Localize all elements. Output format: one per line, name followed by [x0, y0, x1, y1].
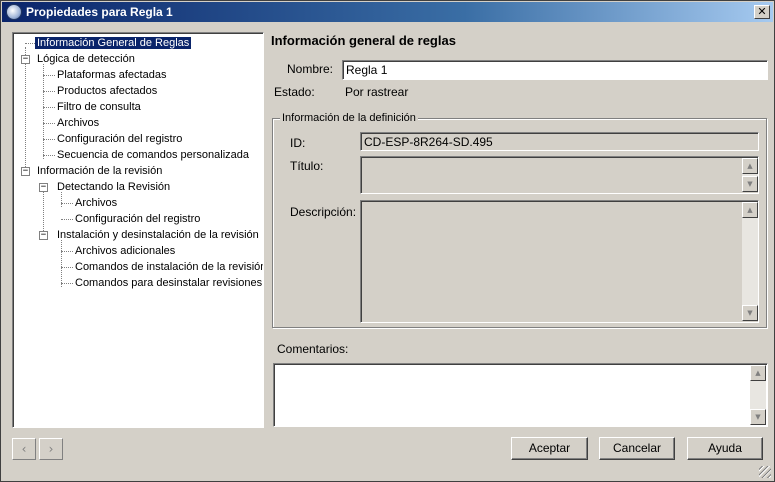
tree-item-detecting-patch[interactable]: Detectando la Revisión — [55, 180, 172, 195]
cancel-button[interactable]: Cancelar — [599, 437, 675, 460]
description-label: Descripción: — [290, 205, 357, 219]
tree-line — [43, 91, 55, 92]
tree-item-general-info[interactable]: Información General de Reglas — [35, 36, 192, 51]
tree-item-affected-products[interactable]: Productos afectados — [55, 84, 159, 99]
name-label: Nombre: — [287, 62, 334, 76]
description-scrollbar[interactable]: ▲ ▼ — [742, 202, 758, 321]
collapse-icon[interactable]: − — [21, 55, 30, 64]
tree-item-label: Comandos para desinstalar revisiones — [75, 277, 263, 289]
title-bar[interactable]: Propiedades para Regla 1 ✕ — [2, 2, 773, 22]
tree-item-query-filter[interactable]: Filtro de consulta — [55, 100, 143, 115]
tree-line — [43, 75, 55, 76]
tree-item-label: Archivos — [57, 117, 100, 129]
id-field[interactable]: CD-ESP-8R264-SD.495 — [360, 132, 759, 151]
tree-line — [61, 240, 62, 287]
tree-item-custom-script[interactable]: Secuencia de comandos personalizada — [55, 148, 251, 163]
comments-textarea[interactable] — [273, 363, 768, 427]
scroll-down-icon[interactable]: ▼ — [750, 409, 766, 425]
tree-item-affected-platforms[interactable]: Plataformas afectadas — [55, 68, 168, 83]
tree-line — [43, 139, 55, 140]
collapse-icon[interactable]: − — [39, 183, 48, 192]
tree-line — [61, 203, 73, 204]
tree-item-label: Productos afectados — [57, 85, 158, 97]
tree-item-label: Instalación y desinstalación de la revis… — [57, 229, 259, 241]
forward-icon: › — [48, 442, 54, 456]
tree-item-registry-config[interactable]: Configuración del registro — [55, 132, 184, 147]
tree-item-label: Archivos adicionales — [75, 245, 176, 257]
tree-line — [43, 123, 55, 124]
state-value: Por rastrear — [345, 85, 409, 99]
scroll-up-icon[interactable]: ▲ — [742, 158, 758, 174]
back-icon: ‹ — [21, 442, 27, 456]
tree-item-uninstall-commands[interactable]: Comandos para desinstalar revisiones — [73, 276, 263, 291]
description-field[interactable] — [360, 200, 759, 323]
properties-dialog: Propiedades para Regla 1 ✕ − − − − Infor… — [0, 0, 775, 482]
tree-item-label: Filtro de consulta — [57, 101, 141, 113]
tree-item-label: Secuencia de comandos personalizada — [57, 149, 250, 161]
tree-line — [25, 43, 35, 44]
tree-item-install-commands[interactable]: Comandos de instalación de la revisión — [73, 260, 264, 275]
close-icon: ✕ — [757, 5, 767, 18]
title-scrollbar[interactable]: ▲ ▼ — [742, 158, 758, 192]
back-button[interactable]: ‹ — [12, 438, 36, 460]
scroll-down-icon[interactable]: ▼ — [742, 176, 758, 192]
close-button[interactable]: ✕ — [754, 5, 770, 19]
help-button[interactable]: Ayuda — [687, 437, 763, 460]
title-field[interactable] — [360, 156, 759, 194]
scroll-up-icon[interactable]: ▲ — [750, 365, 766, 381]
definition-legend: Información de la definición — [280, 112, 418, 124]
section-title: Información general de reglas — [271, 33, 456, 48]
tree-item-label: Configuración del registro — [57, 133, 183, 145]
comments-label: Comentarios: — [277, 342, 349, 356]
tree-line — [43, 155, 55, 156]
tree-line — [61, 251, 73, 252]
app-icon — [6, 4, 22, 20]
tree-item-patch-files[interactable]: Archivos — [73, 196, 119, 211]
title-label: Título: — [290, 159, 324, 173]
tree-item-label: Lógica de detección — [37, 53, 135, 65]
id-label: ID: — [290, 136, 306, 150]
tree-item-label: Archivos — [75, 197, 118, 209]
tree-item-install-uninstall[interactable]: Instalación y desinstalación de la revis… — [55, 228, 261, 243]
tree-item-label: Información General de Reglas — [35, 37, 192, 49]
tree-item-detection-logic[interactable]: Lógica de detección — [35, 52, 137, 67]
tree-item-additional-files[interactable]: Archivos adicionales — [73, 244, 177, 259]
tree-line — [61, 219, 73, 220]
tree-item-label: Configuración del registro — [75, 213, 201, 225]
tree-line — [61, 283, 73, 284]
accept-button[interactable]: Aceptar — [511, 437, 588, 460]
tree-line — [43, 107, 55, 108]
navigation-tree[interactable]: − − − − Información General de Reglas Ló… — [12, 32, 264, 428]
comments-scrollbar[interactable]: ▲ ▼ — [750, 365, 766, 425]
tree-line — [25, 47, 26, 175]
window-title: Propiedades para Regla 1 — [26, 5, 173, 19]
name-input[interactable]: Regla 1 — [342, 60, 768, 80]
forward-button[interactable]: › — [39, 438, 63, 460]
tree-item-patch-registry-config[interactable]: Configuración del registro — [73, 212, 202, 227]
tree-item-label: Comandos de instalación de la revisión — [75, 261, 264, 273]
scroll-down-icon[interactable]: ▼ — [742, 305, 758, 321]
tree-line — [43, 64, 44, 159]
state-label: Estado: — [274, 85, 315, 99]
tree-item-label: Plataformas afectadas — [57, 69, 167, 81]
tree-item-label: Información de la revisión — [37, 165, 163, 177]
resize-grip-icon[interactable] — [759, 466, 771, 478]
tree-item-patch-info[interactable]: Información de la revisión — [35, 164, 164, 179]
tree-line — [61, 267, 73, 268]
scroll-up-icon[interactable]: ▲ — [742, 202, 758, 218]
collapse-icon[interactable]: − — [21, 167, 30, 176]
tree-item-files[interactable]: Archivos — [55, 116, 101, 131]
collapse-icon[interactable]: − — [39, 231, 48, 240]
tree-item-label: Detectando la Revisión — [57, 181, 171, 193]
